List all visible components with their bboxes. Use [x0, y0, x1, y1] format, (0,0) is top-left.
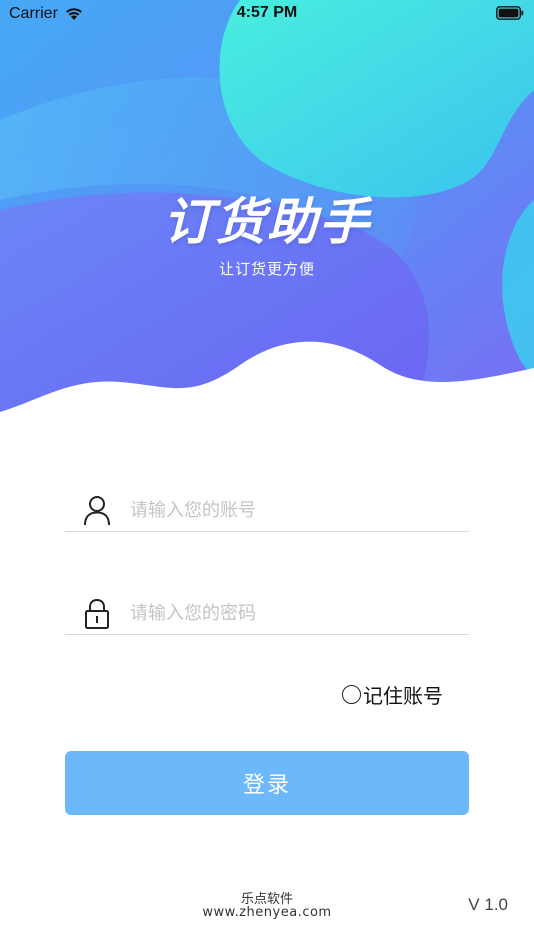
app-subtitle: 让订货更方便	[218, 260, 315, 278]
radio-circle-icon[interactable]	[342, 684, 361, 704]
app-version: V 1.0	[468, 895, 508, 914]
password-field	[65, 594, 469, 635]
remember-account-label: 记住账号	[363, 683, 443, 708]
user-icon	[84, 496, 110, 526]
status-time: 4:57 PM	[236, 4, 298, 21]
remember-account-checkbox[interactable]: 记住账号	[342, 681, 443, 708]
lock-icon	[85, 598, 109, 629]
account-input[interactable]	[130, 497, 460, 523]
battery-icon	[496, 6, 524, 20]
status-bar: Carrier 4:57 PM	[0, 0, 534, 28]
footer-website: www.zhenyea.com	[202, 905, 332, 920]
app-title: 订货助手	[163, 193, 371, 251]
login-button[interactable]: 登录	[65, 751, 469, 815]
account-field	[65, 491, 469, 532]
password-input[interactable]	[130, 600, 460, 626]
